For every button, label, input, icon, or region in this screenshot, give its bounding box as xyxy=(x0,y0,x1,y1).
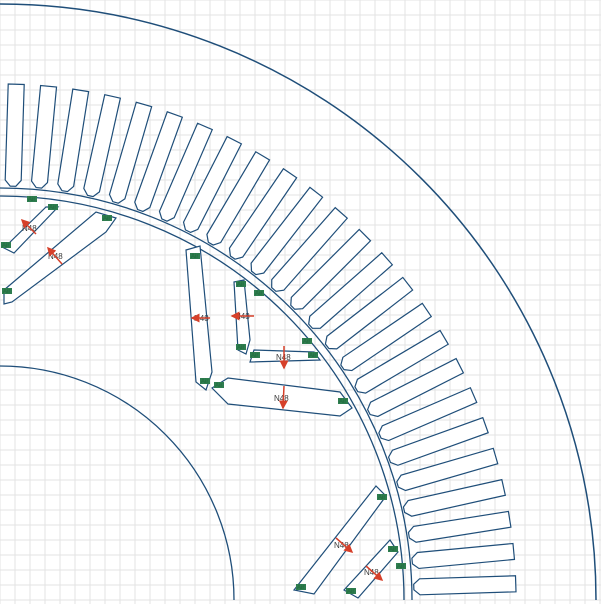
air-label: Air xyxy=(215,383,222,389)
stator-slot[interactable] xyxy=(407,510,512,543)
air-label: Air xyxy=(309,353,316,359)
air-label: Air xyxy=(303,339,310,345)
stator-slot[interactable] xyxy=(413,575,517,596)
air-label: Air xyxy=(339,399,346,405)
air-label: Air xyxy=(297,585,304,591)
air-label: Air xyxy=(191,254,198,260)
design-canvas[interactable]: N48 N48 N48 N48 N48 N48 N48 N48 xyxy=(0,0,601,604)
air-label: Air xyxy=(389,547,396,553)
air-label: Air xyxy=(237,282,244,288)
stator-slot[interactable] xyxy=(411,542,516,570)
air-label: Air xyxy=(28,197,35,203)
air-label: Air xyxy=(103,216,110,222)
magnet-pole-3: N48 N48 xyxy=(292,485,399,599)
air-label: Air xyxy=(255,291,262,297)
stator-slots xyxy=(4,83,517,596)
air-label: Air xyxy=(251,353,258,359)
stator-slot[interactable] xyxy=(57,88,90,193)
air-label: Air xyxy=(201,379,208,385)
motor-cross-section: N48 N48 N48 N48 N48 N48 N48 N48 xyxy=(0,0,601,604)
air-label: Air xyxy=(347,589,354,595)
air-label: Air xyxy=(2,243,9,249)
shaft-arc[interactable] xyxy=(0,365,235,601)
air-label: Air xyxy=(378,495,385,501)
air-label: Air xyxy=(397,564,404,570)
stator-slot[interactable] xyxy=(4,83,25,187)
stator-slot[interactable] xyxy=(30,84,58,189)
air-label: Air xyxy=(49,205,56,211)
magnet-label-m6: N48 xyxy=(274,394,289,403)
air-label: Air xyxy=(237,345,244,351)
magnetization-arrow-m6 xyxy=(278,385,288,410)
air-label: Air xyxy=(3,289,10,295)
